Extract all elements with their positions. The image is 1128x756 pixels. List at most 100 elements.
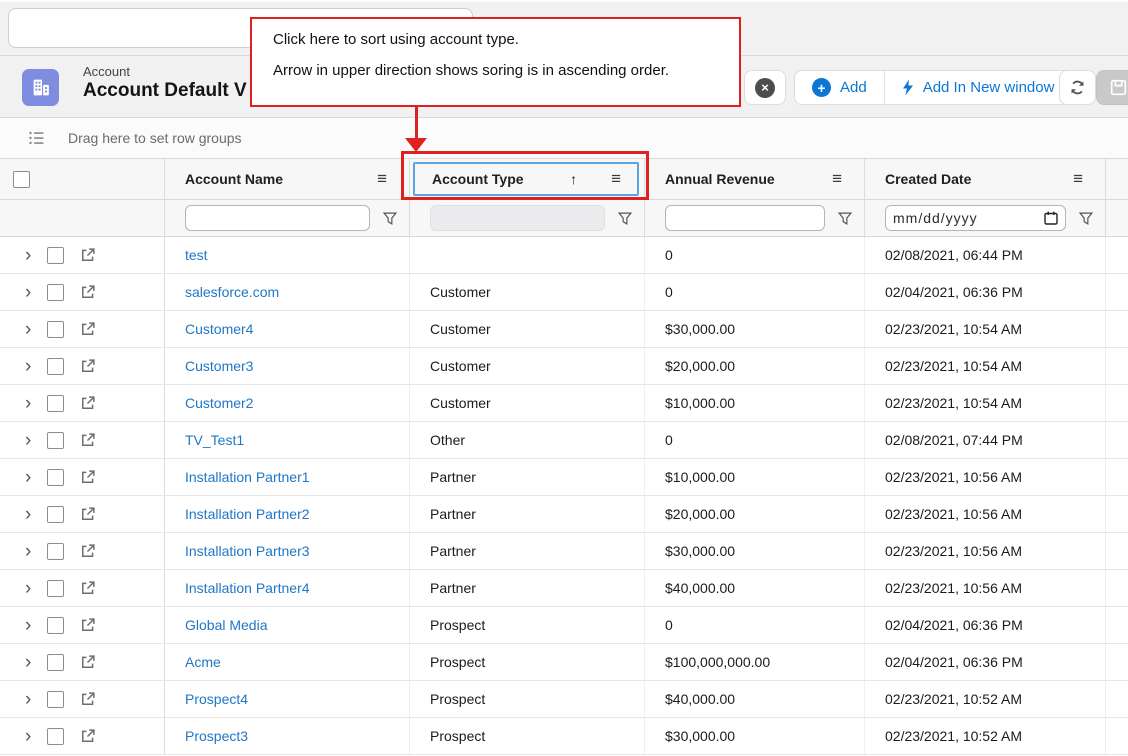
open-in-new-window-icon[interactable] <box>80 395 96 411</box>
open-in-new-window-icon[interactable] <box>80 617 96 633</box>
filter-funnel-icon[interactable] <box>838 212 852 225</box>
row-expand-chevron-icon[interactable]: › <box>25 616 31 635</box>
account-name-link[interactable]: Customer2 <box>165 385 410 421</box>
save-button[interactable] <box>1096 70 1128 105</box>
select-all-checkbox[interactable] <box>13 171 30 188</box>
row-checkbox[interactable] <box>47 506 64 523</box>
row-expand-chevron-icon[interactable]: › <box>25 579 31 598</box>
filter-funnel-icon[interactable] <box>383 212 397 225</box>
column-label: Account Type <box>432 171 562 187</box>
column-header-account-type[interactable]: Account Type ↑ ≡ <box>410 159 645 199</box>
open-in-new-window-icon[interactable] <box>80 728 96 744</box>
entity-label: Account <box>83 64 130 79</box>
open-in-new-window-icon[interactable] <box>80 469 96 485</box>
row-controls-cell: › <box>0 459 165 495</box>
account-name-link[interactable]: test <box>165 237 410 273</box>
row-expand-chevron-icon[interactable]: › <box>25 468 31 487</box>
open-in-new-window-icon[interactable] <box>80 247 96 263</box>
row-expand-chevron-icon[interactable]: › <box>25 357 31 376</box>
refresh-button[interactable] <box>1059 70 1096 105</box>
filter-funnel-icon[interactable] <box>1079 212 1093 225</box>
add-in-new-window-button[interactable]: Add In New window <box>884 71 1072 104</box>
row-checkbox[interactable] <box>47 432 64 449</box>
row-controls-cell: › <box>0 348 165 384</box>
lightning-bolt-icon <box>902 79 914 96</box>
row-checkbox[interactable] <box>47 395 64 412</box>
account-name-link[interactable]: TV_Test1 <box>165 422 410 458</box>
annual-revenue-cell: $30,000.00 <box>645 311 865 347</box>
filter-spacer <box>1106 200 1128 236</box>
column-header-annual-revenue[interactable]: Annual Revenue ≡ <box>645 159 865 199</box>
column-header-created-date[interactable]: Created Date ≡ <box>865 159 1106 199</box>
account-name-link[interactable]: Prospect3 <box>165 718 410 754</box>
account-name-filter-input[interactable] <box>185 205 370 231</box>
account-name-link[interactable]: salesforce.com <box>165 274 410 310</box>
column-menu-icon[interactable]: ≡ <box>611 169 621 189</box>
row-checkbox[interactable] <box>47 358 64 375</box>
annual-revenue-filter-input[interactable] <box>665 205 825 231</box>
row-spacer <box>1106 422 1128 458</box>
row-checkbox[interactable] <box>47 617 64 634</box>
row-groups-icon <box>28 130 45 146</box>
account-name-link[interactable]: Global Media <box>165 607 410 643</box>
calendar-icon[interactable] <box>1044 211 1058 225</box>
row-checkbox[interactable] <box>47 321 64 338</box>
annotation-arrow-head <box>405 138 427 152</box>
column-menu-icon[interactable]: ≡ <box>377 169 387 189</box>
clear-filter-button[interactable]: × <box>744 70 786 105</box>
row-groups-dropzone[interactable]: Drag here to set row groups <box>0 118 1128 159</box>
row-spacer <box>1106 459 1128 495</box>
open-in-new-window-icon[interactable] <box>80 580 96 596</box>
open-in-new-window-icon[interactable] <box>80 654 96 670</box>
account-name-link[interactable]: Installation Partner4 <box>165 570 410 606</box>
column-label: Created Date <box>885 171 1073 187</box>
row-expand-chevron-icon[interactable]: › <box>25 653 31 672</box>
column-menu-icon[interactable]: ≡ <box>1073 169 1083 189</box>
open-in-new-window-icon[interactable] <box>80 506 96 522</box>
open-in-new-window-icon[interactable] <box>80 284 96 300</box>
account-name-link[interactable]: Customer4 <box>165 311 410 347</box>
filter-funnel-icon[interactable] <box>618 212 632 225</box>
row-checkbox[interactable] <box>47 580 64 597</box>
row-expand-chevron-icon[interactable]: › <box>25 505 31 524</box>
row-checkbox[interactable] <box>47 543 64 560</box>
open-in-new-window-icon[interactable] <box>80 543 96 559</box>
account-type-filter-input[interactable] <box>430 205 605 231</box>
open-in-new-window-icon[interactable] <box>80 358 96 374</box>
account-name-link[interactable]: Installation Partner3 <box>165 533 410 569</box>
row-expand-chevron-icon[interactable]: › <box>25 394 31 413</box>
row-expand-chevron-icon[interactable]: › <box>25 246 31 265</box>
created-date-filter-input[interactable]: mm/dd/yyyy <box>885 205 1066 231</box>
row-expand-chevron-icon[interactable]: › <box>25 283 31 302</box>
row-expand-chevron-icon[interactable]: › <box>25 727 31 746</box>
open-in-new-window-icon[interactable] <box>80 432 96 448</box>
row-checkbox[interactable] <box>47 247 64 264</box>
save-floppy-icon <box>1110 79 1127 96</box>
account-name-link[interactable]: Installation Partner2 <box>165 496 410 532</box>
row-checkbox[interactable] <box>47 654 64 671</box>
account-name-link[interactable]: Customer3 <box>165 348 410 384</box>
account-type-cell: Customer <box>410 274 645 310</box>
account-name-link[interactable]: Installation Partner1 <box>165 459 410 495</box>
row-expand-chevron-icon[interactable]: › <box>25 320 31 339</box>
add-button[interactable]: + Add <box>795 71 884 104</box>
account-name-link[interactable]: Acme <box>165 644 410 680</box>
row-checkbox[interactable] <box>47 728 64 745</box>
row-spacer <box>1106 718 1128 754</box>
open-in-new-window-icon[interactable] <box>80 691 96 707</box>
row-expand-chevron-icon[interactable]: › <box>25 431 31 450</box>
annual-revenue-cell: $20,000.00 <box>645 496 865 532</box>
row-checkbox[interactable] <box>47 284 64 301</box>
filter-cell-account-name <box>165 200 410 236</box>
table-row: › Acme Prospect $100,000,000.00 02/04/20… <box>0 644 1128 681</box>
column-header-account-name[interactable]: Account Name ≡ <box>165 159 410 199</box>
open-in-new-window-icon[interactable] <box>80 321 96 337</box>
row-checkbox[interactable] <box>47 691 64 708</box>
row-expand-chevron-icon[interactable]: › <box>25 542 31 561</box>
annual-revenue-cell: $30,000.00 <box>645 533 865 569</box>
column-menu-icon[interactable]: ≡ <box>832 169 842 189</box>
row-spacer <box>1106 570 1128 606</box>
row-expand-chevron-icon[interactable]: › <box>25 690 31 709</box>
row-checkbox[interactable] <box>47 469 64 486</box>
account-name-link[interactable]: Prospect4 <box>165 681 410 717</box>
